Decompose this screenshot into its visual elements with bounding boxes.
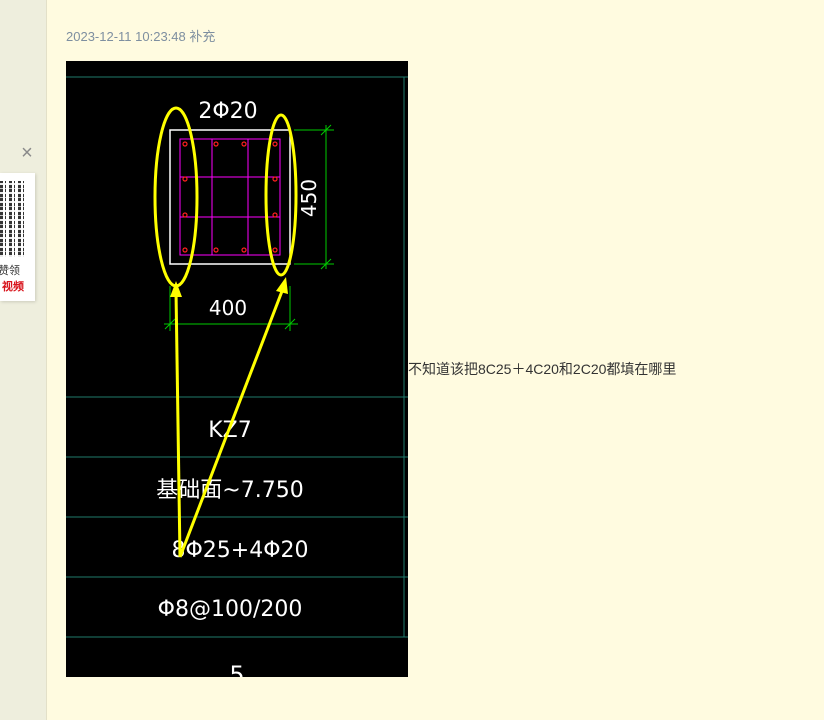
height-dimension-label: 450 xyxy=(297,179,321,217)
post-comment: 不知道该把8C25＋4C20和2C20都填在哪里 xyxy=(408,361,677,377)
highlight-ellipse-right xyxy=(264,113,298,277)
width-dimension-label: 400 xyxy=(209,296,247,320)
cad-drawing-image[interactable]: 2Φ20 450 400 KZ7 基础面~7.750 8Φ25+4Φ20 Φ8@… xyxy=(66,61,408,677)
arrow-heads xyxy=(170,277,288,297)
ad-text-line1: 赞领 xyxy=(0,265,20,277)
main-rebar-label: 8Φ25+4Φ20 xyxy=(171,538,308,563)
ad-text-line2: 视频 xyxy=(2,281,24,293)
left-sidebar-strip xyxy=(0,0,47,720)
bottom-fragment-label: 5 xyxy=(229,661,244,677)
top-rebar-label: 2Φ20 xyxy=(198,99,257,124)
highlight-ellipse-left xyxy=(153,106,199,288)
cad-drawing-svg: 2Φ20 450 400 KZ7 基础面~7.750 8Φ25+4Φ20 Φ8@… xyxy=(66,76,408,677)
qr-ad-panel[interactable]: 赞领 视频 xyxy=(0,173,35,301)
stirrup-label: Φ8@100/200 xyxy=(158,597,303,622)
qr-code-image xyxy=(0,181,26,257)
column-section-outline xyxy=(169,129,291,265)
post-timestamp: 2023-12-11 10:23:48 补充 xyxy=(66,29,216,44)
close-icon[interactable]: × xyxy=(17,143,37,163)
